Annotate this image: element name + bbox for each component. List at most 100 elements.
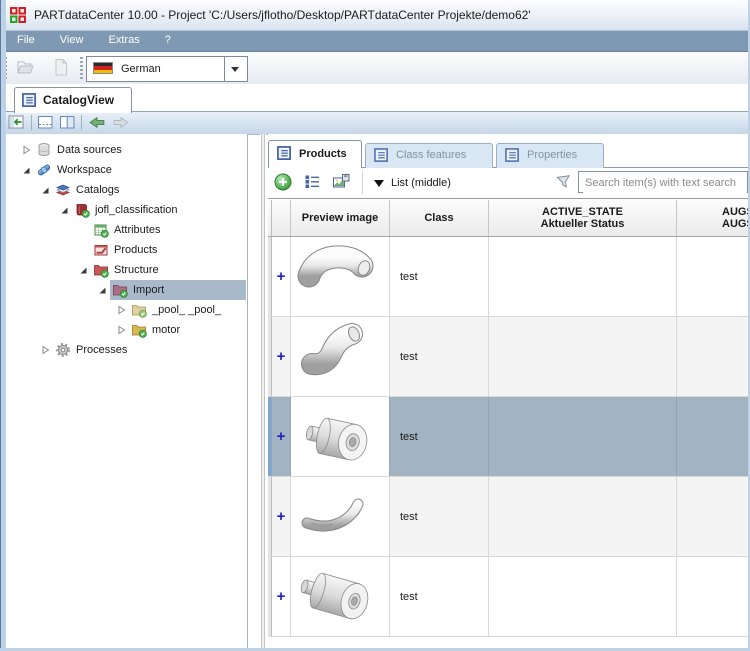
tree-item-label: Import [133, 284, 165, 296]
active-state-cell [489, 237, 677, 316]
view-icon [505, 148, 520, 166]
tab-catalogview-label: CatalogView [43, 93, 115, 107]
panel-splitter[interactable] [260, 134, 266, 648]
table-row-selected[interactable]: + test [268, 397, 750, 477]
table-row[interactable]: + test [268, 477, 750, 557]
column-sublabel: Aktueller Status [540, 218, 625, 230]
nav-back-icon[interactable] [88, 114, 106, 131]
table-row[interactable]: + test [268, 557, 750, 637]
tree-item-attributes[interactable]: Attributes [6, 220, 247, 240]
collapse-sidebar-icon[interactable] [8, 114, 26, 131]
augs-cell [677, 237, 750, 316]
expand-row-button[interactable]: + [272, 557, 291, 636]
expanded-arrow-icon[interactable] [96, 284, 108, 296]
view-icon [22, 93, 37, 111]
tab-catalogview[interactable]: CatalogView [14, 87, 132, 113]
layout-vertical-icon[interactable] [59, 114, 77, 131]
tree-item-pool[interactable]: _pool_ _pool_ [6, 300, 247, 320]
collapsed-arrow-icon[interactable] [39, 344, 51, 356]
menu-item-extras[interactable]: Extras [98, 30, 151, 50]
nav-forward-icon[interactable] [112, 114, 130, 131]
dropdown-arrow-icon [374, 180, 384, 192]
tree-item-workspace[interactable]: Workspace [6, 160, 247, 180]
tab-class-features[interactable]: Class features [365, 143, 493, 168]
column-header-class[interactable]: Class [390, 200, 489, 236]
expanded-arrow-icon[interactable] [39, 184, 51, 196]
open-project-icon[interactable] [16, 58, 38, 78]
tree-item-products[interactable]: Products [6, 240, 247, 260]
expanded-arrow-icon[interactable] [77, 264, 89, 276]
expanded-arrow-icon[interactable] [20, 164, 32, 176]
toolbar-separator [31, 115, 32, 130]
table-row[interactable]: + test [268, 317, 750, 397]
toolbar-separator [362, 171, 363, 194]
expand-row-button[interactable]: + [272, 477, 291, 556]
expand-row-button[interactable]: + [272, 237, 291, 316]
new-document-icon[interactable] [52, 58, 74, 78]
tree-item-label: Structure [114, 264, 159, 276]
expand-row-button[interactable]: + [272, 317, 291, 396]
column-label: AUGS [722, 206, 750, 218]
tree-item-label: Attributes [114, 224, 161, 236]
catalog-tree: Data sources Workspace Catalogs jofl_cla… [6, 134, 248, 648]
layout-horizontal-icon[interactable] [37, 114, 55, 131]
part-preview-image [291, 237, 390, 316]
column-header-active-state[interactable]: ACTIVE_STATE Aktueller Status [489, 200, 677, 236]
tree-item-import[interactable]: Import [6, 280, 247, 300]
language-selector[interactable]: German [86, 56, 248, 82]
tree-item-jofl-classification[interactable]: jofl_classification [6, 200, 247, 220]
tree-item-processes[interactable]: Processes [6, 340, 247, 360]
active-state-cell [489, 477, 677, 556]
add-item-icon[interactable] [274, 173, 292, 191]
catalog-book-icon [74, 202, 90, 218]
database-icon [36, 142, 52, 158]
table-row[interactable]: + test [268, 237, 750, 317]
tab-properties[interactable]: Properties [496, 143, 604, 168]
panel-toolbar [0, 112, 750, 135]
tree-item-catalogs[interactable]: Catalogs [6, 180, 247, 200]
main-toolbar: German [0, 52, 750, 85]
workspace-icon [36, 162, 52, 178]
column-label: ACTIVE_STATE [542, 206, 623, 218]
products-table: Preview image Class ACTIVE_STATE Aktuell… [268, 198, 750, 639]
view-tab-bar: CatalogView [0, 84, 750, 113]
view-icon [277, 146, 292, 164]
pool-folder-icon [131, 302, 147, 318]
tree-item-structure[interactable]: Structure [6, 260, 247, 280]
search-box [578, 171, 748, 193]
augs-cell [677, 477, 750, 556]
toolbar-grip [80, 57, 83, 79]
menu-item-help[interactable]: ? [154, 30, 182, 50]
image-export-icon[interactable] [332, 173, 350, 191]
toolbar-separator [81, 115, 82, 130]
title-bar: PARTdataCenter 10.00 - Project 'C:/Users… [0, 0, 750, 31]
tree-item-data-sources[interactable]: Data sources [6, 140, 247, 160]
expand-row-button[interactable]: + [272, 397, 291, 476]
menu-item-view[interactable]: View [49, 30, 95, 50]
language-dropdown-arrow[interactable] [224, 57, 247, 81]
right-panel-tabs: Products Class features Properties [268, 140, 750, 168]
tree-item-label: Data sources [57, 144, 122, 156]
menu-item-file[interactable]: File [6, 30, 46, 50]
active-state-cell [489, 557, 677, 636]
tree-item-label: _pool_ _pool_ [152, 304, 222, 316]
view-mode-label: List (middle) [391, 177, 451, 189]
search-input[interactable] [583, 173, 747, 193]
collapsed-arrow-icon[interactable] [115, 304, 127, 316]
part-preview-image [291, 397, 390, 476]
expanded-arrow-icon[interactable] [58, 204, 70, 216]
filter-icon[interactable] [555, 173, 573, 191]
products-icon [93, 242, 109, 258]
augs-cell [677, 397, 750, 476]
tree-item-motor[interactable]: motor [6, 320, 247, 340]
numbered-list-icon[interactable] [304, 173, 322, 191]
collapsed-arrow-icon[interactable] [115, 324, 127, 336]
tab-products[interactable]: Products [268, 140, 362, 168]
expand-column-header [272, 200, 291, 236]
column-header-augs[interactable]: AUGS AUGS [677, 200, 750, 236]
collapsed-arrow-icon[interactable] [20, 144, 32, 156]
class-cell: test [390, 477, 489, 556]
column-header-preview[interactable]: Preview image [291, 200, 390, 236]
augs-cell [677, 557, 750, 636]
window-title: PARTdataCenter 10.00 - Project 'C:/Users… [34, 8, 531, 22]
